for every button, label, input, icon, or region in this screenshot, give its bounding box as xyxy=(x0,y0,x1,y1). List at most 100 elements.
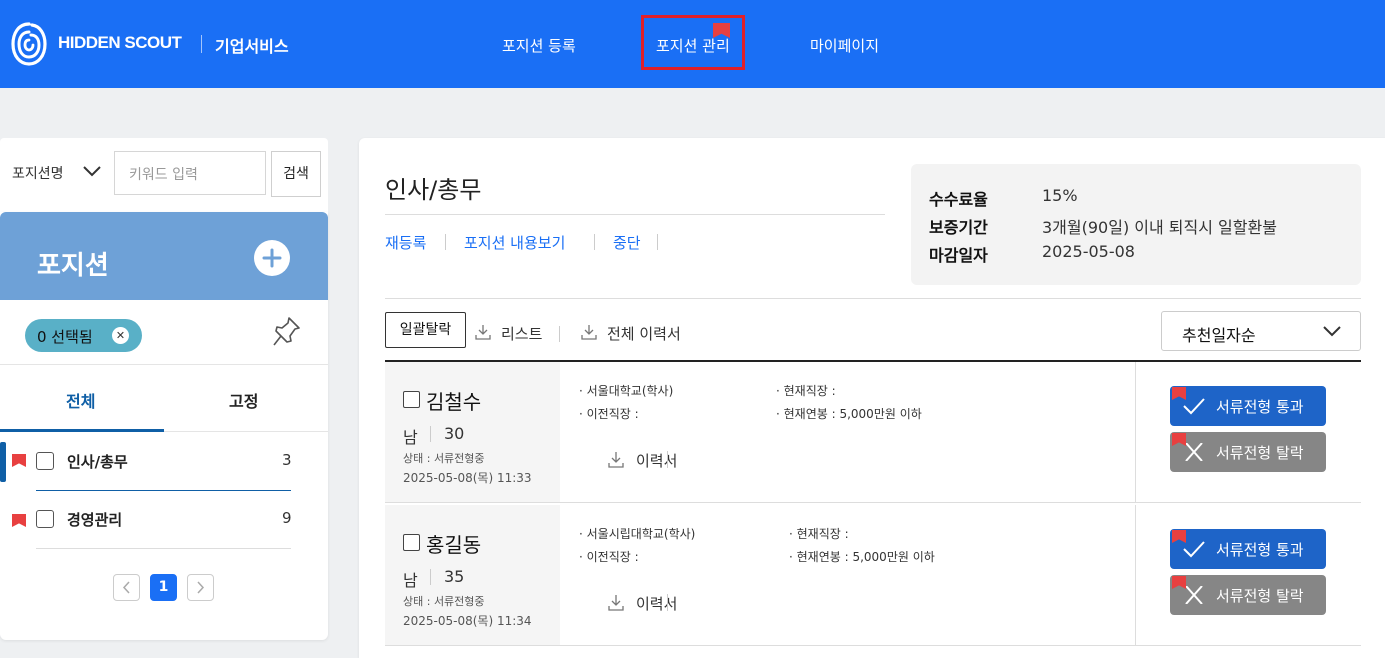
selected-count-label: 0 선택됨 xyxy=(37,328,93,346)
candidate-salary: · 현재연봉 : 5,000만원 이하 xyxy=(789,550,935,564)
divider xyxy=(430,569,431,585)
prev-page-button[interactable] xyxy=(113,574,140,601)
nav-mypage[interactable]: 마이페이지 xyxy=(810,35,879,56)
sort-select[interactable]: 추천일자순 xyxy=(1161,311,1361,351)
chevron-down-icon xyxy=(1323,326,1341,337)
nav-position-register[interactable]: 포지션 등록 xyxy=(502,35,576,56)
pass-button-label: 서류전형 통과 xyxy=(1216,541,1304,559)
reject-document-button[interactable]: 서류전형 탈락 xyxy=(1170,432,1326,472)
sort-label: 추천일자순 xyxy=(1182,326,1256,345)
resume-link[interactable]: 이력서 xyxy=(636,450,677,471)
deadline-label: 마감일자 xyxy=(929,246,988,265)
bulk-reject-button[interactable]: 일괄탈락 xyxy=(385,312,466,348)
pin-icon[interactable] xyxy=(272,315,302,349)
candidate-prev-job: · 이전직장 : xyxy=(579,407,639,421)
brand-name[interactable]: HIDDEN SCOUT xyxy=(58,33,182,53)
tab-all[interactable]: 전체 xyxy=(66,388,95,412)
page-button-current[interactable]: 1 xyxy=(150,574,177,601)
divider xyxy=(1135,505,1136,645)
reject-button-label: 서류전형 탈락 xyxy=(1216,444,1304,462)
candidate-sex: 남 xyxy=(403,571,418,590)
candidate-status: 상태 : 서류전형중 xyxy=(403,595,485,608)
download-icon[interactable] xyxy=(608,594,624,611)
download-icon[interactable] xyxy=(608,451,624,468)
keyword-input[interactable]: 키워드 입력 xyxy=(114,151,266,195)
position-checkbox[interactable] xyxy=(36,452,54,470)
guarantee-label: 보증기간 xyxy=(929,218,988,237)
chevron-left-icon xyxy=(122,581,130,594)
candidate-row: 김철수 남 30 상태 : 서류전형중 2025-05-08(목) 11:33 … xyxy=(385,362,1361,503)
divider xyxy=(657,234,658,250)
position-name: 경영관리 xyxy=(67,511,123,529)
list-download-link[interactable]: 리스트 xyxy=(501,323,542,344)
divider xyxy=(385,298,1361,299)
active-tab-underline xyxy=(0,429,164,432)
pass-document-button[interactable]: 서류전형 통과 xyxy=(1170,386,1326,426)
candidate-name[interactable]: 홍길동 xyxy=(426,529,481,558)
candidate-school: · 서울대학교(학사) xyxy=(579,384,674,398)
tab-pinned[interactable]: 고정 xyxy=(229,388,258,412)
search-button[interactable]: 검색 xyxy=(271,151,321,197)
candidate-current-job: · 현재직장 : xyxy=(789,527,849,541)
divider xyxy=(0,364,328,365)
position-name: 인사/총무 xyxy=(67,453,128,471)
page-title: 인사/총무 xyxy=(385,176,482,204)
bookmark-flag-icon xyxy=(12,454,26,467)
fee-rate-value: 15% xyxy=(1042,186,1078,205)
search-field-select[interactable]: 포지션명 xyxy=(12,163,64,183)
download-icon[interactable] xyxy=(581,324,597,340)
position-count: 3 xyxy=(282,451,292,469)
sidebar-search: 포지션명 키워드 입력 검색 xyxy=(0,138,328,214)
clear-selection-icon[interactable]: ✕ xyxy=(112,327,129,344)
brand-divider xyxy=(201,35,202,53)
divider xyxy=(445,234,446,250)
position-sidebar: 포지션 0 선택됨 ✕ 전체 고정 인사/총무 3 경영관리 9 1 xyxy=(0,212,328,640)
candidate-date: 2025-05-08(목) 11:34 xyxy=(403,614,532,628)
divider xyxy=(667,451,668,468)
divider xyxy=(430,426,431,442)
divider xyxy=(1135,362,1136,502)
position-info-box: 수수료율 15% 보증기간 3개월(90일) 이내 퇴직시 일할환불 마감일자 … xyxy=(911,164,1361,285)
reregister-link[interactable]: 재등록 xyxy=(385,232,426,253)
candidate-sex: 남 xyxy=(403,428,418,447)
bookmark-flag-icon xyxy=(12,514,26,527)
chevron-down-icon[interactable] xyxy=(82,164,102,178)
candidate-age: 35 xyxy=(444,567,465,586)
candidate-current-job: · 현재직장 : xyxy=(776,384,836,398)
hidden-scout-logo-icon[interactable] xyxy=(10,20,48,68)
divider xyxy=(36,490,291,491)
divider xyxy=(385,214,885,215)
position-checkbox[interactable] xyxy=(36,510,54,528)
active-item-indicator xyxy=(0,442,6,482)
position-title: 포지션 xyxy=(37,251,109,281)
all-resume-download-link[interactable]: 전체 이력서 xyxy=(607,323,681,344)
brand-subtitle: 기업서비스 xyxy=(215,37,289,56)
pass-document-button[interactable]: 서류전형 통과 xyxy=(1170,529,1326,569)
candidate-date: 2025-05-08(목) 11:33 xyxy=(403,471,532,485)
divider xyxy=(594,234,595,250)
resume-link[interactable]: 이력서 xyxy=(636,593,677,614)
candidate-checkbox[interactable] xyxy=(403,534,420,551)
candidate-name[interactable]: 김철수 xyxy=(426,386,481,415)
candidate-summary: 김철수 남 30 상태 : 서류전형중 2025-05-08(목) 11:33 xyxy=(385,362,560,502)
candidate-age: 30 xyxy=(444,424,465,443)
position-detail-panel: 인사/총무 재등록 포지션 내용보기 중단 수수료율 15% 보증기간 3개월(… xyxy=(359,138,1385,658)
next-page-button[interactable] xyxy=(187,574,214,601)
selected-count-chip: 0 선택됨 ✕ xyxy=(25,319,142,352)
guarantee-value: 3개월(90일) 이내 퇴직시 일할환불 xyxy=(1042,218,1277,237)
candidate-school: · 서울시립대학교(학사) xyxy=(579,527,696,541)
candidate-summary: 홍길동 남 35 상태 : 서류전형중 2025-05-08(목) 11:34 xyxy=(385,505,560,645)
download-icon[interactable] xyxy=(475,324,491,340)
divider xyxy=(36,548,291,549)
view-position-link[interactable]: 포지션 내용보기 xyxy=(464,232,565,253)
reject-button-label: 서류전형 탈락 xyxy=(1216,587,1304,605)
chevron-right-icon xyxy=(197,581,205,594)
divider xyxy=(667,594,668,611)
candidate-row: 홍길동 남 35 상태 : 서류전형중 2025-05-08(목) 11:34 … xyxy=(385,505,1361,646)
reject-document-button[interactable]: 서류전형 탈락 xyxy=(1170,575,1326,615)
candidate-checkbox[interactable] xyxy=(403,391,420,408)
add-position-button[interactable] xyxy=(254,240,290,276)
position-header: 포지션 xyxy=(0,212,328,300)
position-count: 9 xyxy=(282,509,292,527)
stop-position-link[interactable]: 중단 xyxy=(613,232,641,253)
